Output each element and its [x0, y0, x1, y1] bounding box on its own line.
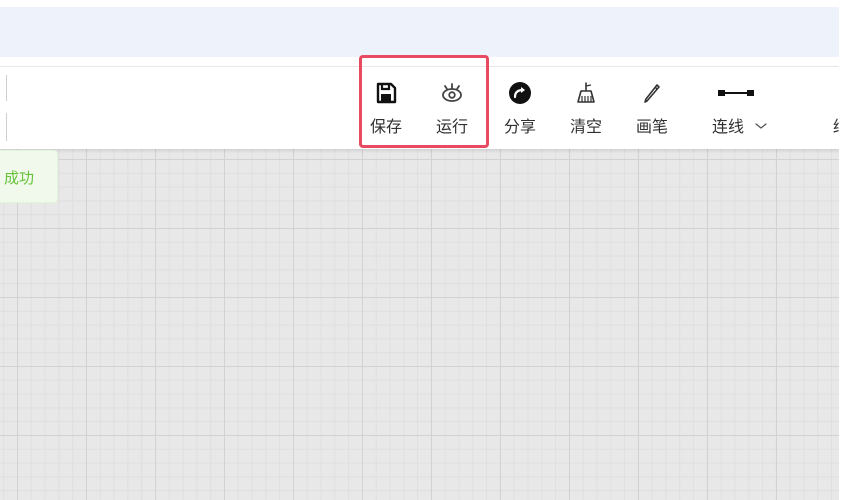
clear-label: 清空	[569, 117, 602, 136]
clear-button[interactable]: 清空	[558, 75, 614, 141]
pen-button[interactable]: 画笔	[624, 75, 680, 141]
pencil-icon	[644, 84, 660, 103]
connector-line-icon	[718, 90, 754, 96]
connect-line-button[interactable]: 连线	[700, 75, 780, 141]
save-label: 保存	[369, 117, 402, 136]
toolbar-divider	[6, 75, 7, 101]
connect-label: 连线	[712, 117, 745, 136]
run-label: 运行	[435, 117, 468, 136]
top-header-band	[0, 7, 841, 57]
pen-label: 画笔	[635, 117, 668, 136]
page: 保存 运行 分享 清空 画笔 连线 成功	[0, 0, 841, 500]
save-button[interactable]: 保存	[358, 75, 414, 141]
save-icon	[376, 82, 397, 104]
share-button[interactable]: 分享	[492, 75, 548, 141]
toast-text: 成功	[4, 169, 35, 187]
share-icon	[509, 82, 531, 104]
run-button[interactable]: 运行	[424, 75, 480, 141]
success-toast: 成功	[0, 150, 58, 203]
share-label: 分享	[503, 117, 536, 136]
broom-icon	[577, 82, 595, 103]
chevron-down-icon[interactable]	[754, 119, 768, 133]
eye-icon	[442, 83, 462, 102]
grid-canvas[interactable]	[0, 148, 841, 500]
toolbar: 保存 运行 分享 清空 画笔 连线	[0, 66, 841, 149]
toolbar-divider	[6, 113, 7, 141]
header-gap	[0, 57, 841, 66]
